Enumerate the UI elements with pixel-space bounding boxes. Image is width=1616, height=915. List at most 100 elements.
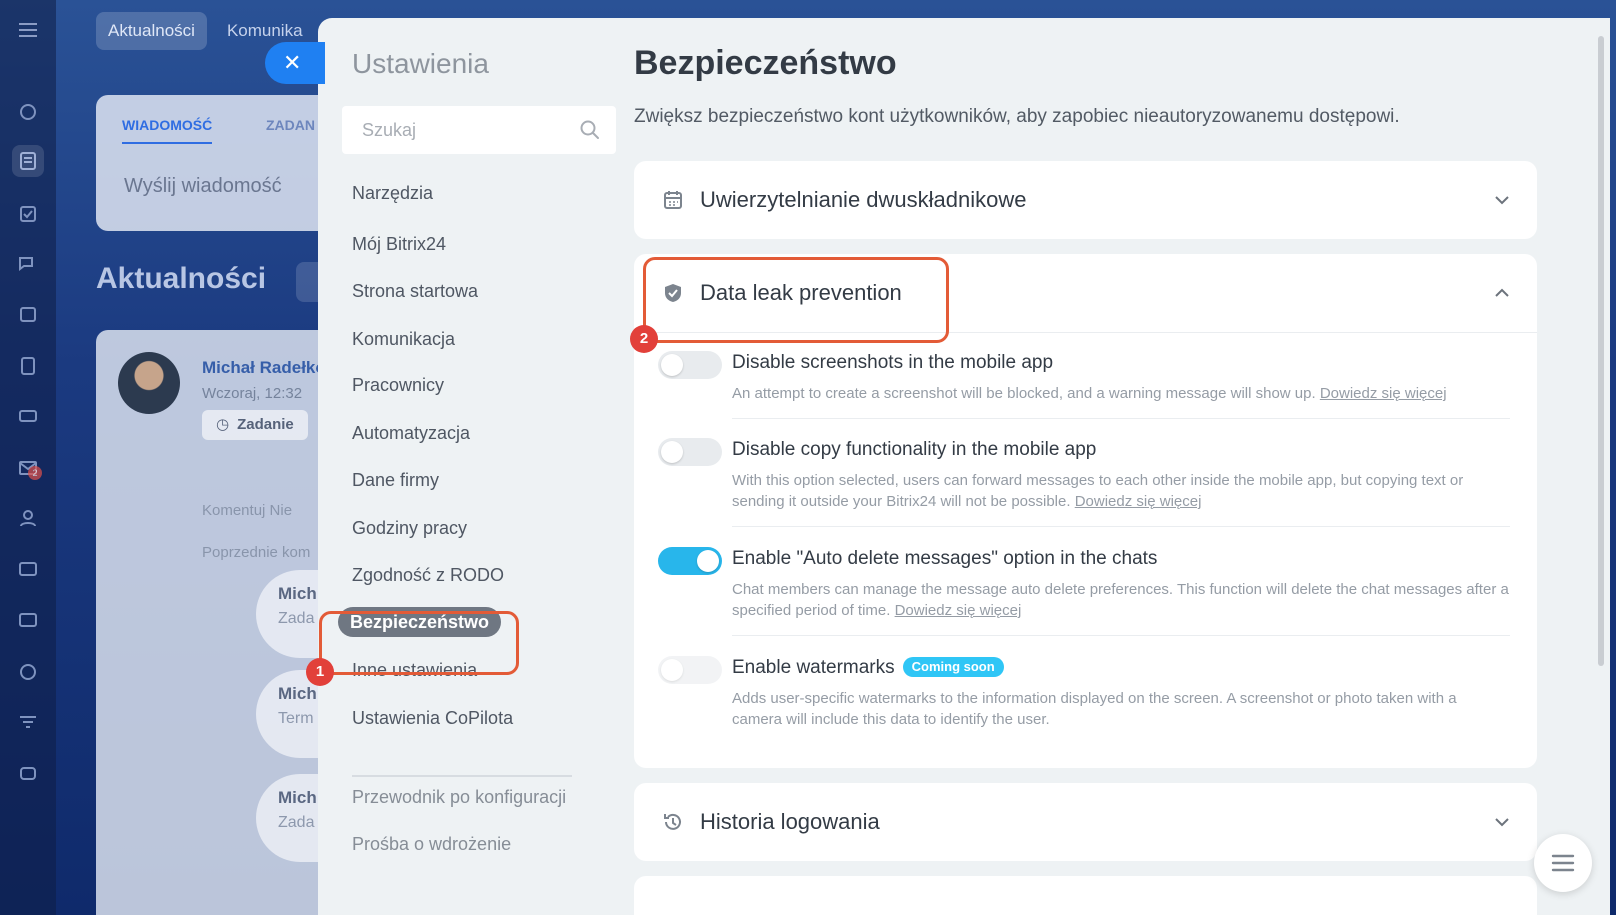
section-title: Data leak prevention: [700, 280, 902, 305]
market-icon[interactable]: [12, 756, 44, 788]
nav-item-other-settings[interactable]: Inne ustawienia: [352, 660, 477, 681]
employees-icon[interactable]: [12, 502, 44, 534]
option-title: Disable copy functionality in the mobile…: [732, 439, 1097, 460]
comment-text: Zada: [278, 610, 315, 627]
help-list-button[interactable]: [1534, 834, 1592, 892]
tasks-icon[interactable]: [12, 198, 44, 230]
page-description: Zwiększ bezpieczeństwo kont użytkowników…: [634, 106, 1400, 127]
sites-icon[interactable]: [12, 554, 44, 586]
calendar-rail-icon[interactable]: [12, 298, 44, 330]
learn-more-link[interactable]: Dowiedz się więcej: [1320, 385, 1447, 402]
nav-divider: [352, 775, 572, 777]
option-title-row: Enable watermarks Coming soon: [732, 657, 1004, 679]
toggle-knob: [661, 354, 683, 376]
toggle-disable-copy[interactable]: [658, 438, 722, 466]
nav-item-copilot-settings[interactable]: Ustawienia CoPilota: [352, 708, 513, 729]
option-description: With this option selected, users can for…: [732, 470, 1510, 512]
option-disable-screenshots: Disable screenshots in the mobile app An…: [658, 351, 1510, 419]
chevron-down-icon[interactable]: [1493, 191, 1511, 209]
option-description-text: An attempt to create a screenshot will b…: [732, 385, 1316, 402]
option-description: An attempt to create a screenshot will b…: [732, 383, 1510, 404]
compose-tab-task[interactable]: ZADAN: [266, 117, 315, 133]
section-login-history: Historia logowania: [634, 783, 1537, 861]
nav-item-automation[interactable]: Automatyzacja: [352, 423, 470, 444]
option-separator: [732, 526, 1510, 527]
post-task-tag[interactable]: ◷ Zadanie: [202, 410, 308, 440]
toggle-auto-delete-messages[interactable]: [658, 547, 722, 575]
settings-search: [342, 106, 616, 154]
nav-item-employees[interactable]: Pracownicy: [352, 375, 444, 396]
search-icon[interactable]: [578, 118, 602, 142]
chevron-down-icon[interactable]: [1493, 813, 1511, 831]
section-two-factor-auth: Uwierzytelnianie dwuskładnikowe: [634, 161, 1537, 239]
compose-input[interactable]: Wyślij wiadomość: [124, 175, 282, 198]
post-author[interactable]: Michał Radełko: [202, 358, 326, 378]
option-description-text: Chat members can manage the message auto…: [732, 581, 1509, 619]
section-header[interactable]: Uwierzytelnianie dwuskładnikowe: [634, 161, 1537, 239]
post-actions[interactable]: Komentuj Nie: [202, 502, 292, 519]
comment-author: Mich: [278, 584, 317, 603]
section-header[interactable]: Data leak prevention: [634, 254, 1537, 332]
settings-title: Ustawienia: [352, 48, 489, 79]
callout-number-1: 1: [306, 658, 334, 686]
toggle-knob: [697, 550, 719, 572]
toggle-knob: [661, 659, 683, 681]
close-icon: ✕: [283, 50, 302, 75]
section-next: [634, 876, 1537, 915]
nav-item-company-data[interactable]: Dane firmy: [352, 470, 439, 491]
option-title: Disable screenshots in the mobile app: [732, 352, 1054, 373]
compose-tab-message[interactable]: WIADOMOŚĆ: [122, 117, 213, 144]
settings-nav: Ustawienia Narzędzia Mój Bitrix24 Strona…: [318, 18, 618, 915]
list-icon: [1551, 854, 1575, 872]
callout-number-2: 2: [630, 325, 658, 353]
filter-rail-icon[interactable]: [12, 706, 44, 738]
crm-icon[interactable]: [12, 604, 44, 636]
section-header[interactable]: Historia logowania: [634, 783, 1537, 861]
top-tab-news[interactable]: Aktualności: [96, 12, 207, 50]
avatar[interactable]: [118, 352, 180, 414]
clock-icon: ◷: [216, 416, 230, 433]
coming-soon-badge: Coming soon: [902, 657, 1004, 677]
post-time: Wczoraj, 12:32: [202, 385, 303, 402]
nav-item-implementation-request[interactable]: Prośba o wdrożenie: [352, 834, 511, 855]
toggle-knob: [661, 441, 683, 463]
chevron-up-icon[interactable]: [1493, 284, 1511, 302]
comment-text: Term: [278, 710, 314, 727]
search-input[interactable]: [342, 106, 562, 154]
nav-item-gdpr[interactable]: Zgodność z RODO: [352, 565, 504, 586]
learn-more-link[interactable]: Dowiedz się więcej: [895, 602, 1022, 619]
option-title: Enable watermarks: [732, 657, 895, 678]
copilot-icon[interactable]: [12, 96, 44, 128]
option-separator: [732, 418, 1510, 419]
left-rail: 2: [0, 0, 56, 915]
analytics-icon[interactable]: [12, 656, 44, 688]
nav-item-setup-guide[interactable]: Przewodnik po konfiguracji: [352, 787, 566, 808]
drive-icon[interactable]: [12, 400, 44, 432]
learn-more-link[interactable]: Dowiedz się więcej: [1075, 493, 1202, 510]
feed-icon[interactable]: [12, 145, 44, 177]
section-title: Historia logowania: [700, 809, 880, 834]
toggle-disable-screenshots[interactable]: [658, 351, 722, 379]
section-data-leak-prevention: Data leak prevention Disable screenshots…: [634, 254, 1537, 768]
nav-item-working-hours[interactable]: Godziny pracy: [352, 518, 467, 539]
toggle-watermarks[interactable]: [658, 656, 722, 684]
nav-item-tools[interactable]: Narzędzia: [352, 183, 433, 204]
nav-item-security[interactable]: Bezpieczeństwo: [338, 607, 502, 637]
nav-item-my-bitrix24[interactable]: Mój Bitrix24: [352, 234, 446, 255]
chat-icon[interactable]: [12, 248, 44, 280]
history-icon: [664, 813, 681, 830]
option-disable-copy: Disable copy functionality in the mobile…: [658, 438, 1510, 527]
close-slider-button[interactable]: ✕: [265, 42, 325, 84]
nav-item-start-page[interactable]: Strona startowa: [352, 281, 478, 302]
option-watermarks: Enable watermarks Coming soon Adds user-s…: [658, 656, 1510, 736]
option-description: Adds user-specific watermarks to the inf…: [732, 690, 1457, 728]
post-task-label: Zadanie: [237, 416, 294, 433]
option-description: Chat members can manage the message auto…: [732, 579, 1510, 621]
post-previous-comments[interactable]: Poprzednie kom: [202, 544, 310, 561]
section-title: Uwierzytelnianie dwuskładnikowe: [700, 187, 1027, 212]
scrollbar[interactable]: [1598, 36, 1604, 666]
nav-item-communication[interactable]: Komunikacja: [352, 329, 455, 350]
option-title: Enable "Auto delete messages" option in …: [732, 548, 1158, 569]
menu-icon[interactable]: [12, 14, 44, 46]
documents-icon[interactable]: [12, 350, 44, 382]
